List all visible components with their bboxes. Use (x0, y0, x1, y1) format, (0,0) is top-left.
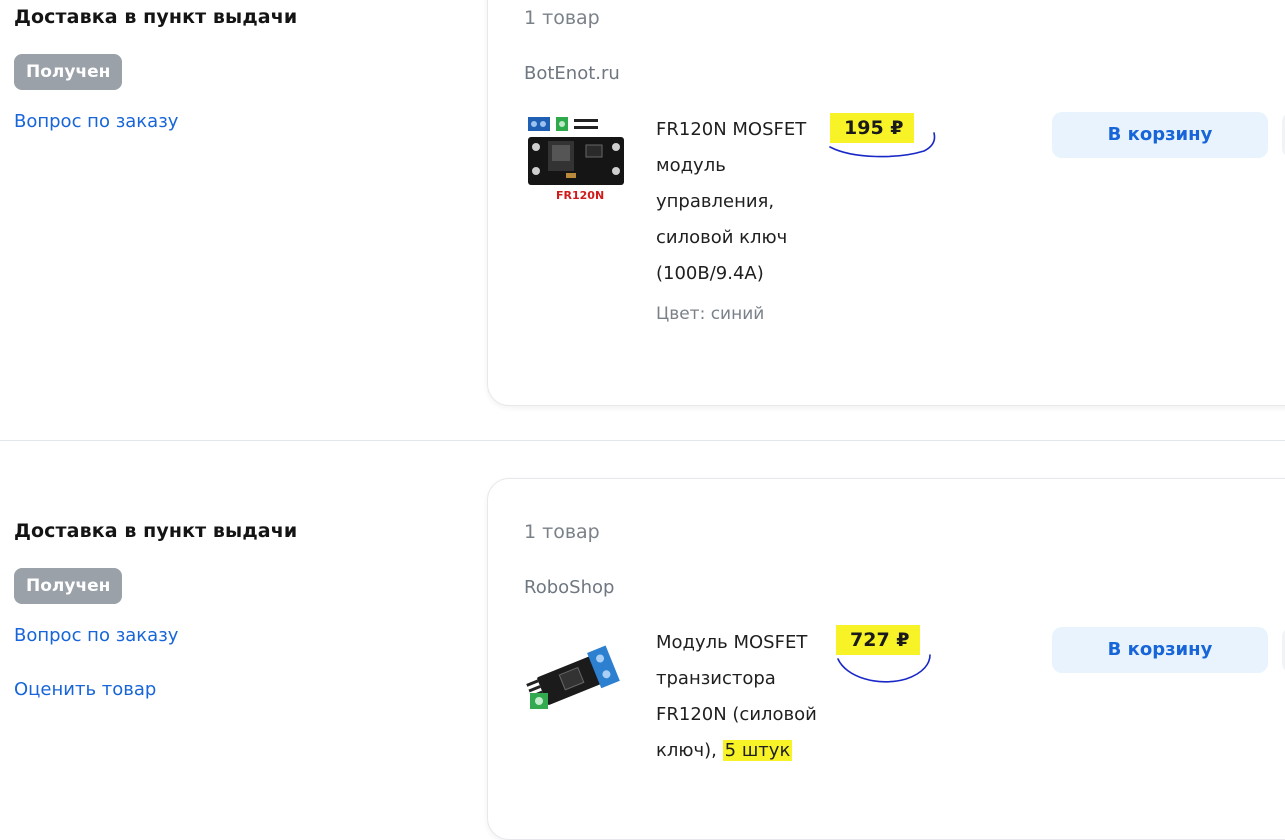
delivery-title: Доставка в пункт выдачи (14, 520, 298, 542)
status-badge: Получен (14, 568, 123, 604)
status-badge: Получен (14, 54, 123, 90)
add-to-cart-button[interactable]: В корзину (1052, 112, 1268, 158)
order-block: Доставка в пункт выдачи Получен Вопрос п… (0, 442, 1285, 840)
handwritten-underline-icon (837, 654, 931, 683)
handwritten-underline-icon (829, 132, 936, 158)
fr120n-module-photo-icon: FR120N (528, 117, 624, 202)
order-card: 1 товар RoboShop Модуль MOSFET транзисто… (487, 478, 1285, 840)
add-to-cart-button[interactable]: В корзину (1052, 627, 1268, 673)
seller-name[interactable]: RoboShop (524, 577, 614, 598)
order-card: 1 товар BotEnot.ru FR120N FR120N MOSFET … (487, 0, 1285, 406)
product-title[interactable]: Модуль MOSFET транзистора FR120N (силово… (656, 625, 831, 769)
order-block: Доставка в пункт выдачи Получен Вопрос п… (0, 0, 1285, 440)
product-title-highlight: 5 штук (722, 740, 793, 761)
seller-name[interactable]: BotEnot.ru (524, 63, 620, 84)
product-image-label: FR120N (556, 189, 604, 202)
item-count: 1 товар (524, 7, 600, 29)
order-question-link[interactable]: Вопрос по заказу (14, 625, 178, 646)
mosfet-module-photo-icon (526, 645, 620, 709)
order-question-link[interactable]: Вопрос по заказу (14, 111, 178, 132)
product-image[interactable] (526, 629, 626, 729)
divider (0, 440, 1285, 441)
product-title[interactable]: FR120N MOSFET модуль управления, силовой… (656, 112, 831, 292)
item-count: 1 товар (524, 521, 600, 543)
product-image[interactable]: FR120N (526, 111, 626, 211)
rate-product-link[interactable]: Оценить товар (14, 679, 156, 700)
product-variant: Цвет: синий (656, 304, 765, 324)
delivery-title: Доставка в пункт выдачи (14, 6, 298, 28)
